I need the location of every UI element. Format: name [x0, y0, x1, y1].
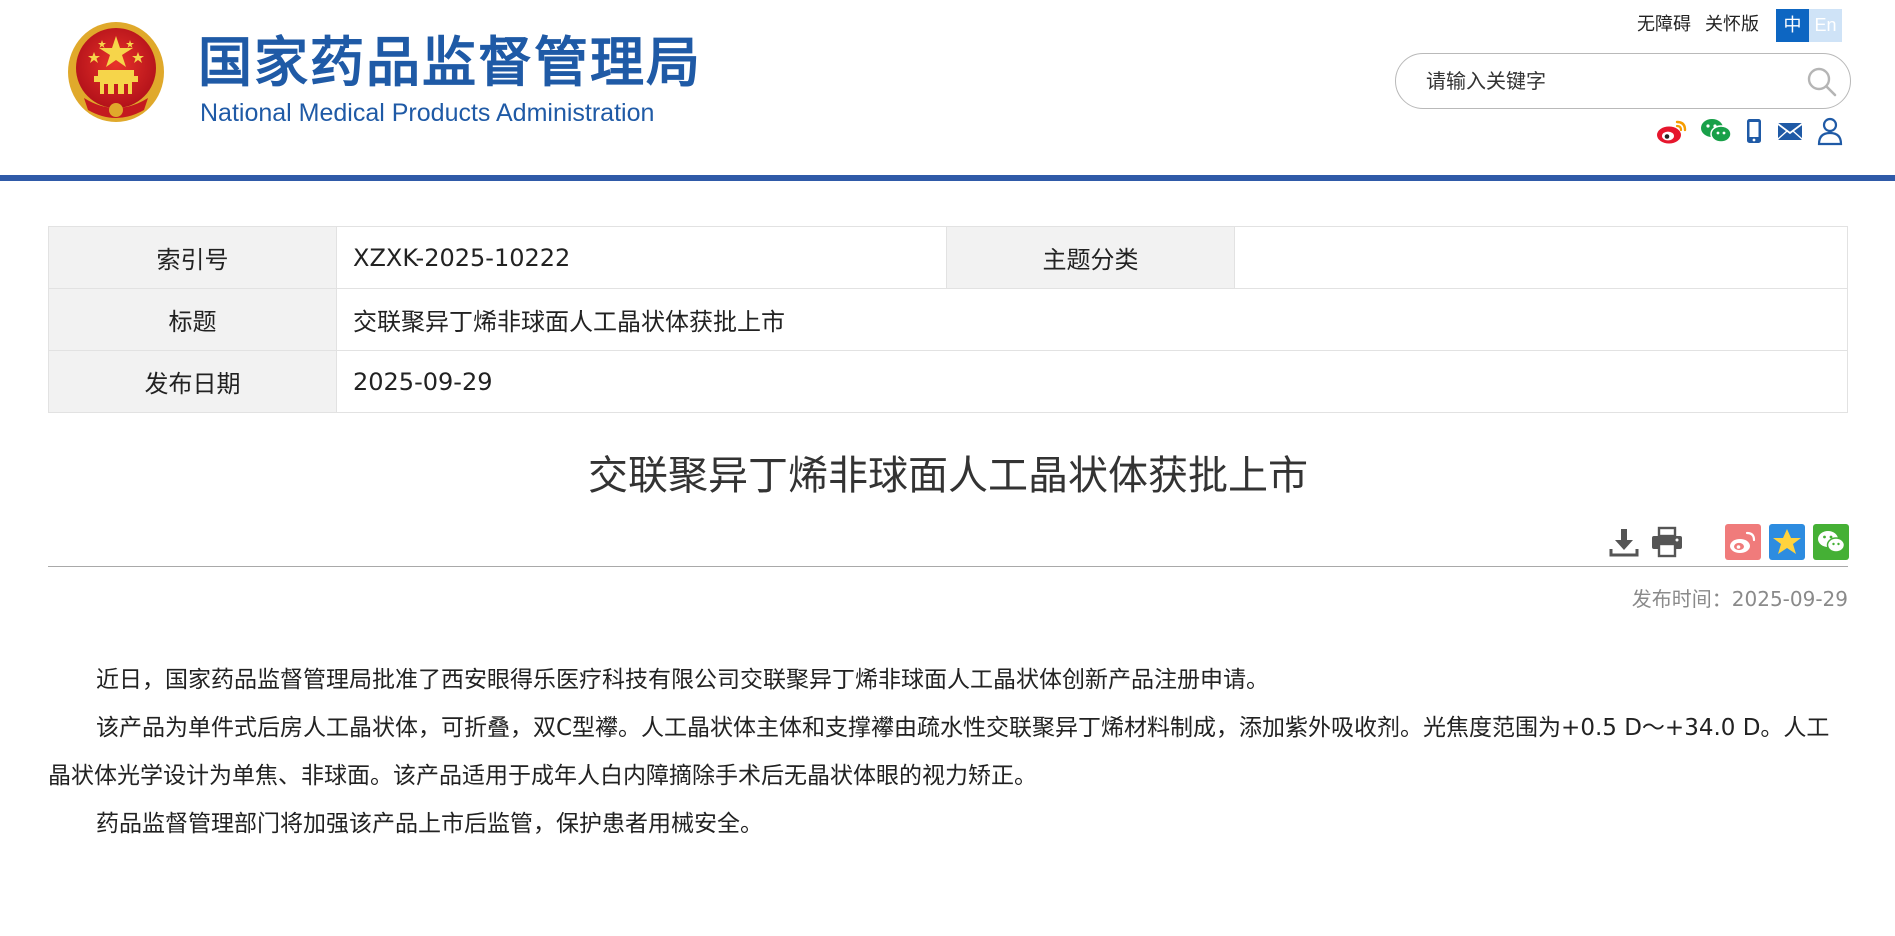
share-wechat-icon[interactable]: [1813, 524, 1849, 560]
user-icon[interactable]: [1815, 116, 1845, 146]
title-value: 交联聚异丁烯非球面人工晶状体获批上市: [336, 288, 1848, 351]
lang-zh-button[interactable]: 中: [1776, 9, 1809, 42]
search-icon[interactable]: [1806, 66, 1838, 98]
site-title-cn[interactable]: 国家药品监督管理局: [198, 30, 702, 96]
article-meta-table: 索引号 XZXK-2025-10222 主题分类 标题 交联聚异丁烯非球面人工晶…: [48, 226, 1848, 413]
article-paragraph: 近日，国家药品监督管理局批准了西安眼得乐医疗科技有限公司交联聚异丁烯非球面人工晶…: [96, 667, 1269, 693]
national-emblem-icon[interactable]: [64, 18, 168, 130]
language-switch: 中 En: [1776, 9, 1842, 42]
article-paragraph: 药品监督管理部门将加强该产品上市后监管，保护患者用械安全。: [96, 811, 763, 837]
search-box: [1395, 53, 1851, 109]
index-value: XZXK-2025-10222: [336, 226, 947, 289]
article-paragraph: 该产品为单件式后房人工晶状体，可折叠，双C型襻。人工晶状体主体和支撑襻由疏水性交…: [48, 715, 1830, 789]
wechat-icon[interactable]: [1699, 116, 1733, 146]
mail-icon[interactable]: [1775, 116, 1805, 146]
topic-label: 主题分类: [946, 226, 1235, 289]
share-qzone-icon[interactable]: [1769, 524, 1805, 560]
meta-row-title: 标题 交联聚异丁烯非球面人工晶状体获批上市: [48, 288, 1848, 351]
article-title: 交联聚异丁烯非球面人工晶状体获批上市: [588, 453, 1308, 499]
download-icon[interactable]: [1607, 525, 1641, 559]
social-links: [1655, 116, 1845, 146]
topic-value: [1234, 226, 1848, 289]
site-header: 国家药品监督管理局 National Medical Products Admi…: [0, 0, 1895, 181]
index-label: 索引号: [48, 226, 337, 289]
elderly-mode-link[interactable]: 关怀版: [1705, 13, 1759, 37]
search-input[interactable]: [1424, 64, 1784, 98]
article-body: 近日，国家药品监督管理局批准了西安眼得乐医疗科技有限公司交联聚异丁烯非球面人工晶…: [48, 656, 1848, 848]
weibo-icon[interactable]: [1655, 116, 1689, 146]
share-weibo-icon[interactable]: [1725, 524, 1761, 560]
title-label: 标题: [48, 288, 337, 351]
date-value: 2025-09-29: [336, 350, 1848, 413]
publish-time: 发布时间：2025-09-29: [1631, 587, 1848, 611]
meta-row-index: 索引号 XZXK-2025-10222 主题分类: [48, 226, 1848, 289]
meta-row-date: 发布日期 2025-09-29: [48, 350, 1848, 413]
print-icon[interactable]: [1649, 525, 1685, 559]
title-divider: [48, 566, 1848, 567]
site-title-en[interactable]: National Medical Products Administration: [200, 98, 654, 128]
mobile-icon[interactable]: [1743, 116, 1765, 146]
accessibility-link[interactable]: 无障碍: [1637, 13, 1691, 37]
top-links: 无障碍 关怀版: [1637, 13, 1759, 37]
date-label: 发布日期: [48, 350, 337, 413]
article-tools: [1607, 524, 1849, 560]
lang-en-button[interactable]: En: [1809, 9, 1842, 42]
header-divider-bar: [0, 175, 1895, 181]
